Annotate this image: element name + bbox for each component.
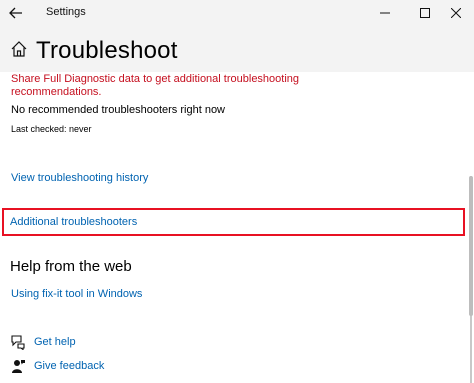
page-header: Troubleshoot [0, 26, 474, 72]
additional-troubleshooters-link[interactable]: Additional troubleshooters [10, 216, 137, 228]
home-icon[interactable] [10, 40, 28, 58]
app-title: Settings [46, 6, 86, 18]
feedback-icon [10, 358, 26, 374]
minimize-icon [380, 12, 390, 14]
give-feedback-row[interactable]: Give feedback [10, 358, 104, 374]
fixit-tool-link[interactable]: Using fix-it tool in Windows [11, 288, 142, 300]
diagnostic-warning: Share Full Diagnostic data to get additi… [11, 73, 300, 98]
get-help-icon [10, 334, 26, 350]
help-from-web-heading: Help from the web [10, 258, 132, 275]
maximize-icon [420, 8, 430, 18]
scrollbar-thumb[interactable] [469, 176, 473, 316]
give-feedback-link[interactable]: Give feedback [34, 360, 104, 372]
back-arrow-icon [9, 7, 22, 19]
get-help-row[interactable]: Get help [10, 334, 76, 350]
get-help-link[interactable]: Get help [34, 336, 76, 348]
view-troubleshooting-history-link[interactable]: View troubleshooting history [11, 172, 148, 184]
minimize-button[interactable] [367, 0, 403, 26]
status-text: No recommended troubleshooters right now [11, 104, 226, 116]
last-checked-text: Last checked: never [11, 124, 92, 134]
title-bar: Settings [0, 0, 474, 26]
close-icon [451, 8, 461, 18]
page-title: Troubleshoot [36, 37, 178, 64]
main-content: Share Full Diagnostic data to get additi… [0, 72, 474, 383]
close-button[interactable] [438, 0, 474, 26]
back-button[interactable] [4, 2, 28, 24]
